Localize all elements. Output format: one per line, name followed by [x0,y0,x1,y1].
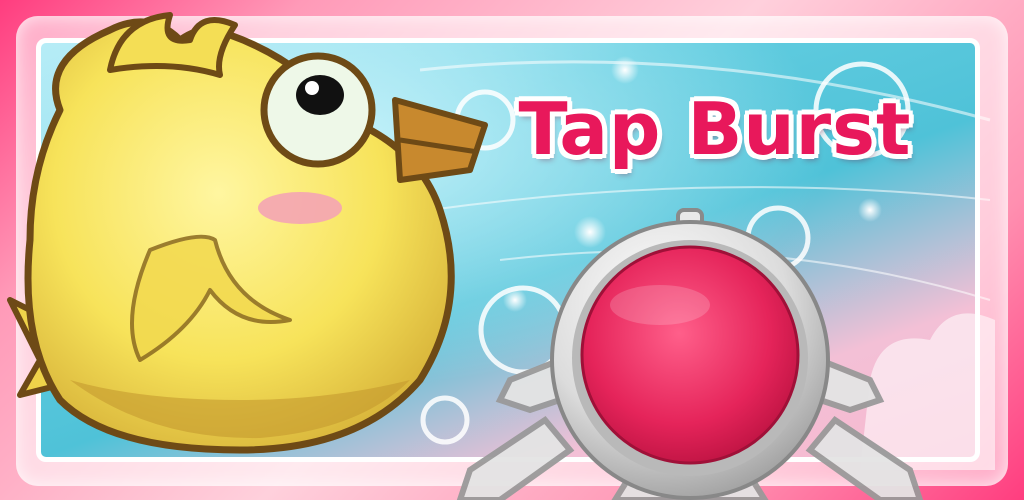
bird-mascot [7,12,488,454]
game-title: Tap Burst [518,87,912,171]
scene [7,12,995,500]
red-button-hit-area[interactable] [560,255,820,500]
bird-cheek [258,192,342,224]
cloud [860,313,995,470]
